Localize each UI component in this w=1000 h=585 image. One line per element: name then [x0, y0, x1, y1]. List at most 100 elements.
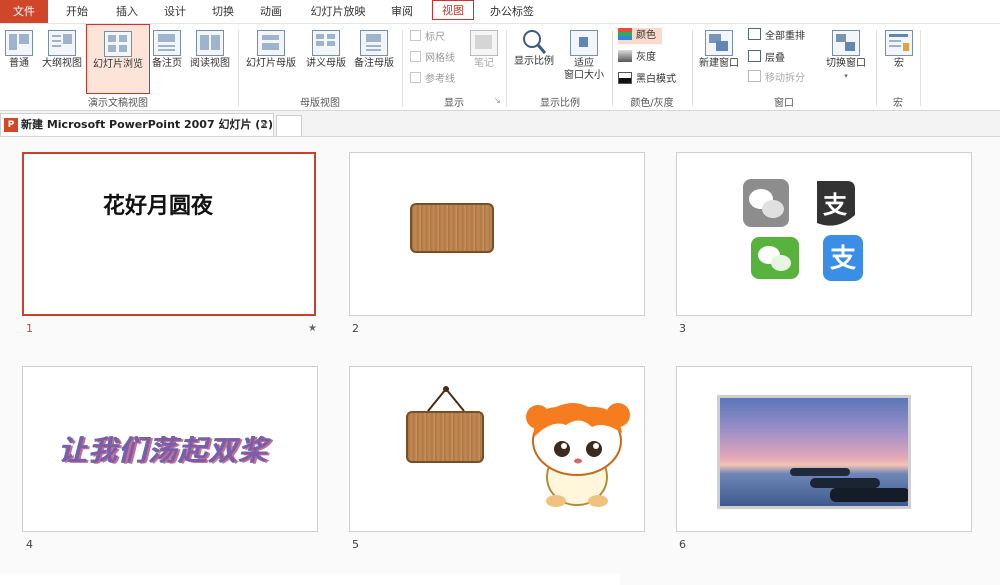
slide-sorter-label: 幻灯片浏览: [93, 59, 143, 70]
slide-thumbnail-1[interactable]: 花好月圆夜: [22, 152, 316, 316]
payment-icons-image: 支 支: [743, 179, 863, 281]
slide-thumbnail-3[interactable]: 支 支: [676, 152, 972, 316]
tab-office-tab[interactable]: 办公标签: [484, 0, 540, 23]
grayscale-mode-button[interactable]: 灰度: [618, 50, 656, 66]
slide-master-label: 幻灯片母版: [246, 58, 296, 69]
slide-master-icon: [257, 30, 285, 56]
master-views-group-label: 母版视图: [300, 98, 340, 109]
slide-number-6: 6: [679, 538, 686, 551]
notes-label: 笔记: [474, 58, 494, 69]
slide-thumbnail-4[interactable]: 让我们荡起双桨: [22, 366, 318, 532]
new-tab-button[interactable]: [276, 115, 302, 136]
tab-review[interactable]: 审阅: [382, 0, 422, 23]
zoom-button[interactable]: 显示比例: [510, 28, 558, 90]
grayscale-label: 灰度: [636, 52, 656, 63]
tab-transitions[interactable]: 切换: [202, 0, 244, 23]
file-tab[interactable]: 文件: [0, 0, 48, 23]
document-tab[interactable]: P 新建 Microsoft PowerPoint 2007 幻灯片 (2) ×: [0, 113, 274, 136]
outline-view-button[interactable]: 大纲视图: [38, 28, 86, 90]
new-window-icon: [705, 30, 733, 56]
svg-text:支: 支: [830, 244, 856, 274]
arrange-all-button[interactable]: 全部重排: [748, 28, 805, 44]
slide-thumbnail-5[interactable]: [349, 366, 645, 532]
slide-number-4: 4: [26, 538, 33, 551]
grayscale-swatch-icon: [618, 50, 632, 62]
ribbon: 普通 大纲视图 幻灯片浏览 备注页 阅读视图 演示文稿视图 幻灯片母版 讲义母版…: [0, 24, 1000, 111]
cascade-button[interactable]: 层叠: [748, 50, 785, 66]
notes-master-button[interactable]: 备注母版: [350, 28, 398, 90]
new-window-button[interactable]: 新建窗口: [696, 28, 742, 90]
slide-sorter-button[interactable]: 幻灯片浏览: [86, 24, 150, 94]
presentation-views-group-label: 演示文稿视图: [88, 98, 148, 109]
group-divider: [692, 30, 693, 106]
switch-window-label: 切换窗口: [826, 58, 866, 69]
notes-master-label: 备注母版: [354, 58, 394, 69]
dialog-launcher-icon[interactable]: ↘: [494, 96, 501, 105]
fit-line1: 适应: [574, 58, 594, 69]
bw-swatch-icon: [618, 72, 632, 84]
arrange-all-icon: [748, 28, 761, 40]
guides-label: 参考线: [425, 74, 455, 85]
bw-label: 黑白模式: [636, 74, 676, 85]
fit-window-icon: [570, 30, 598, 56]
slide-thumbnail-6[interactable]: [676, 366, 972, 532]
outline-view-icon: [48, 30, 76, 56]
zoom-group-label: 显示比例: [540, 98, 580, 109]
reading-view-icon: [196, 30, 224, 56]
color-group-label: 颜色/灰度: [630, 98, 674, 109]
slide-master-button[interactable]: 幻灯片母版: [242, 28, 300, 90]
close-tab-icon[interactable]: ×: [260, 114, 269, 136]
notes-page-label: 备注页: [152, 58, 182, 69]
notes-button[interactable]: 笔记: [466, 28, 502, 90]
color-label: 颜色: [636, 30, 656, 41]
new-window-label: 新建窗口: [699, 58, 739, 69]
gridlines-checkbox[interactable]: 网格线: [410, 51, 455, 65]
macros-button[interactable]: 宏: [882, 28, 916, 90]
hamster-cartoon-image: [526, 403, 630, 507]
show-group-label: 显示: [444, 98, 464, 109]
cascade-label: 层叠: [765, 53, 785, 64]
tab-insert[interactable]: 插入: [106, 0, 148, 23]
slide-number-3: 3: [679, 322, 686, 335]
handout-master-label: 讲义母版: [306, 58, 346, 69]
move-split-button[interactable]: 移动拆分: [748, 70, 805, 86]
handout-master-button[interactable]: 讲义母版: [302, 28, 350, 90]
reading-view-label: 阅读视图: [190, 58, 230, 69]
document-title: 新建 Microsoft PowerPoint 2007 幻灯片 (2): [21, 118, 273, 131]
notes-master-icon: [360, 30, 388, 56]
notes-page-button[interactable]: 备注页: [150, 28, 184, 90]
svg-text:支: 支: [823, 191, 848, 219]
fit-line2: 窗口大小: [564, 70, 604, 81]
normal-view-label: 普通: [9, 58, 29, 69]
slide-number-1: 1: [26, 322, 33, 335]
arrange-all-label: 全部重排: [765, 31, 805, 42]
tab-slideshow[interactable]: 幻灯片放映: [302, 0, 374, 23]
black-white-mode-button[interactable]: 黑白模式: [618, 72, 676, 88]
color-swatch-icon: [618, 28, 632, 40]
slide-sorter-area: 花好月圆夜 1 ★ 2 支 支 3 让我们荡起双桨 4 5 6: [0, 137, 1000, 585]
tab-view[interactable]: 视图: [432, 0, 474, 20]
guides-checkbox[interactable]: 参考线: [410, 72, 455, 86]
tab-animations[interactable]: 动画: [250, 0, 292, 23]
wooden-board-image: [406, 411, 484, 463]
ruler-checkbox[interactable]: 标尺: [410, 30, 445, 44]
zoom-label: 显示比例: [514, 56, 554, 67]
tab-design[interactable]: 设计: [154, 0, 196, 23]
gridlines-label: 网格线: [425, 53, 455, 64]
tab-home[interactable]: 开始: [56, 0, 98, 23]
fit-to-window-button[interactable]: 适应 窗口大小: [560, 28, 608, 90]
normal-view-icon: [5, 30, 33, 56]
seascape-photo-image: [717, 395, 911, 509]
slide-number-2: 2: [352, 322, 359, 335]
window-group-label: 窗口: [774, 98, 794, 109]
normal-view-button[interactable]: 普通: [2, 28, 36, 90]
reading-view-button[interactable]: 阅读视图: [186, 28, 234, 90]
slide-thumbnail-2[interactable]: [349, 152, 645, 316]
switch-window-button[interactable]: 切换窗口 ▾: [820, 28, 872, 90]
animation-star-icon[interactable]: ★: [308, 323, 317, 334]
color-mode-button[interactable]: 颜色: [618, 28, 662, 44]
ruler-label: 标尺: [425, 32, 445, 43]
notes-icon: [470, 30, 498, 56]
group-divider: [920, 30, 921, 106]
slide-1-title: 花好月圆夜: [102, 194, 213, 219]
